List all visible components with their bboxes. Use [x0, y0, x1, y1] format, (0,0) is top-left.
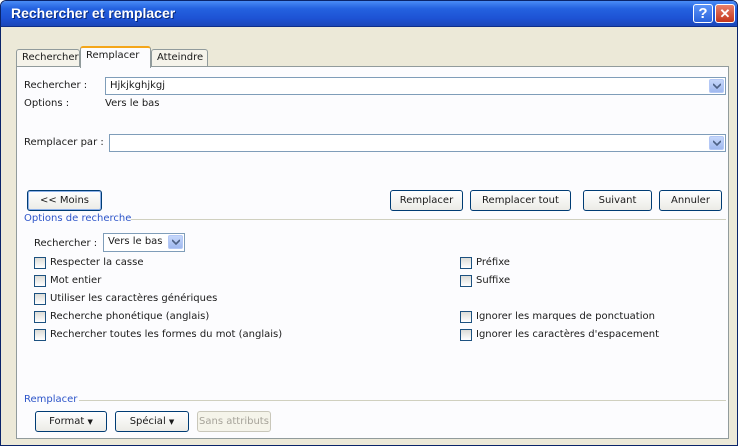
wildcards-label: Utiliser les caractères génériques	[50, 293, 218, 304]
tab-panel: Rechercher : Hjkjkghjkgj Options : Vers …	[16, 66, 729, 439]
close-icon[interactable]: ✕	[715, 4, 735, 23]
group-divider	[131, 219, 726, 220]
next-button[interactable]: Suivant	[583, 190, 652, 211]
format-button-label: Format	[49, 416, 85, 427]
window-title: Rechercher et remplacer	[11, 5, 176, 21]
replace-button[interactable]: Remplacer	[390, 190, 463, 211]
search-value: Hjkjkghjkgj	[110, 80, 166, 91]
search-input[interactable]: Hjkjkghjkgj	[105, 77, 726, 95]
tab-remplacer-label: Remplacer	[86, 50, 140, 61]
replace-all-button[interactable]: Remplacer tout	[470, 190, 571, 211]
chevron-down-icon[interactable]	[709, 79, 724, 93]
wildcards-checkbox[interactable]	[34, 293, 46, 305]
chevron-down-icon[interactable]	[168, 235, 183, 249]
prefix-label: Préfixe	[476, 257, 510, 268]
dropdown-arrow-icon: ▼	[87, 418, 93, 426]
replace-group-title: Remplacer	[24, 394, 78, 405]
special-button-label: Spécial	[129, 416, 166, 427]
cancel-button[interactable]: Annuler	[659, 190, 722, 211]
dropdown-arrow-icon: ▼	[168, 418, 175, 426]
find-replace-dialog: Rechercher et remplacer ? ✕ Rechercher R…	[0, 0, 738, 446]
match-case-checkbox[interactable]	[34, 257, 46, 269]
tab-rechercher[interactable]: Rechercher	[16, 49, 80, 67]
prefix-checkbox[interactable]	[460, 257, 472, 269]
tab-rechercher-label: Rechercher	[22, 52, 79, 63]
special-button[interactable]: Spécial ▼	[115, 411, 189, 432]
tab-atteindre[interactable]: Atteindre	[151, 49, 208, 67]
tab-atteindre-label: Atteindre	[157, 52, 204, 63]
search-label: Rechercher :	[24, 80, 88, 91]
tab-remplacer[interactable]: Remplacer	[80, 46, 151, 68]
all-word-forms-checkbox[interactable]	[34, 329, 46, 341]
direction-label: Rechercher :	[34, 238, 98, 249]
ignore-whitespace-label: Ignorer les caractères d'espacement	[476, 329, 660, 340]
options-value: Vers le bas	[105, 98, 160, 109]
format-button[interactable]: Format ▼	[35, 411, 107, 432]
match-case-label: Respecter la casse	[50, 257, 144, 268]
title-bar[interactable]: Rechercher et remplacer ? ✕	[1, 1, 737, 27]
ignore-whitespace-checkbox[interactable]	[460, 329, 472, 341]
ignore-punctuation-label: Ignorer les marques de ponctuation	[476, 311, 655, 322]
ignore-punctuation-checkbox[interactable]	[460, 311, 472, 323]
replace-input[interactable]	[109, 134, 726, 152]
help-icon[interactable]: ?	[693, 4, 713, 23]
whole-word-label: Mot entier	[50, 275, 102, 286]
less-button[interactable]: << Moins	[27, 190, 102, 211]
chevron-down-icon[interactable]	[709, 136, 724, 150]
search-options-title: Options de recherche	[24, 213, 132, 224]
direction-select[interactable]: Vers le bas	[103, 233, 185, 252]
options-label: Options :	[24, 98, 70, 109]
sounds-like-checkbox[interactable]	[34, 311, 46, 323]
suffix-checkbox[interactable]	[460, 275, 472, 287]
suffix-label: Suffixe	[476, 275, 511, 286]
whole-word-checkbox[interactable]	[34, 275, 46, 287]
sounds-like-label: Recherche phonétique (anglais)	[50, 311, 210, 322]
no-attributes-button[interactable]: Sans attributs	[197, 411, 271, 432]
all-word-forms-label: Rechercher toutes les formes du mot (ang…	[50, 329, 283, 340]
group-divider	[79, 400, 726, 401]
direction-value: Vers le bas	[108, 236, 163, 247]
replace-label: Remplacer par :	[24, 137, 104, 148]
